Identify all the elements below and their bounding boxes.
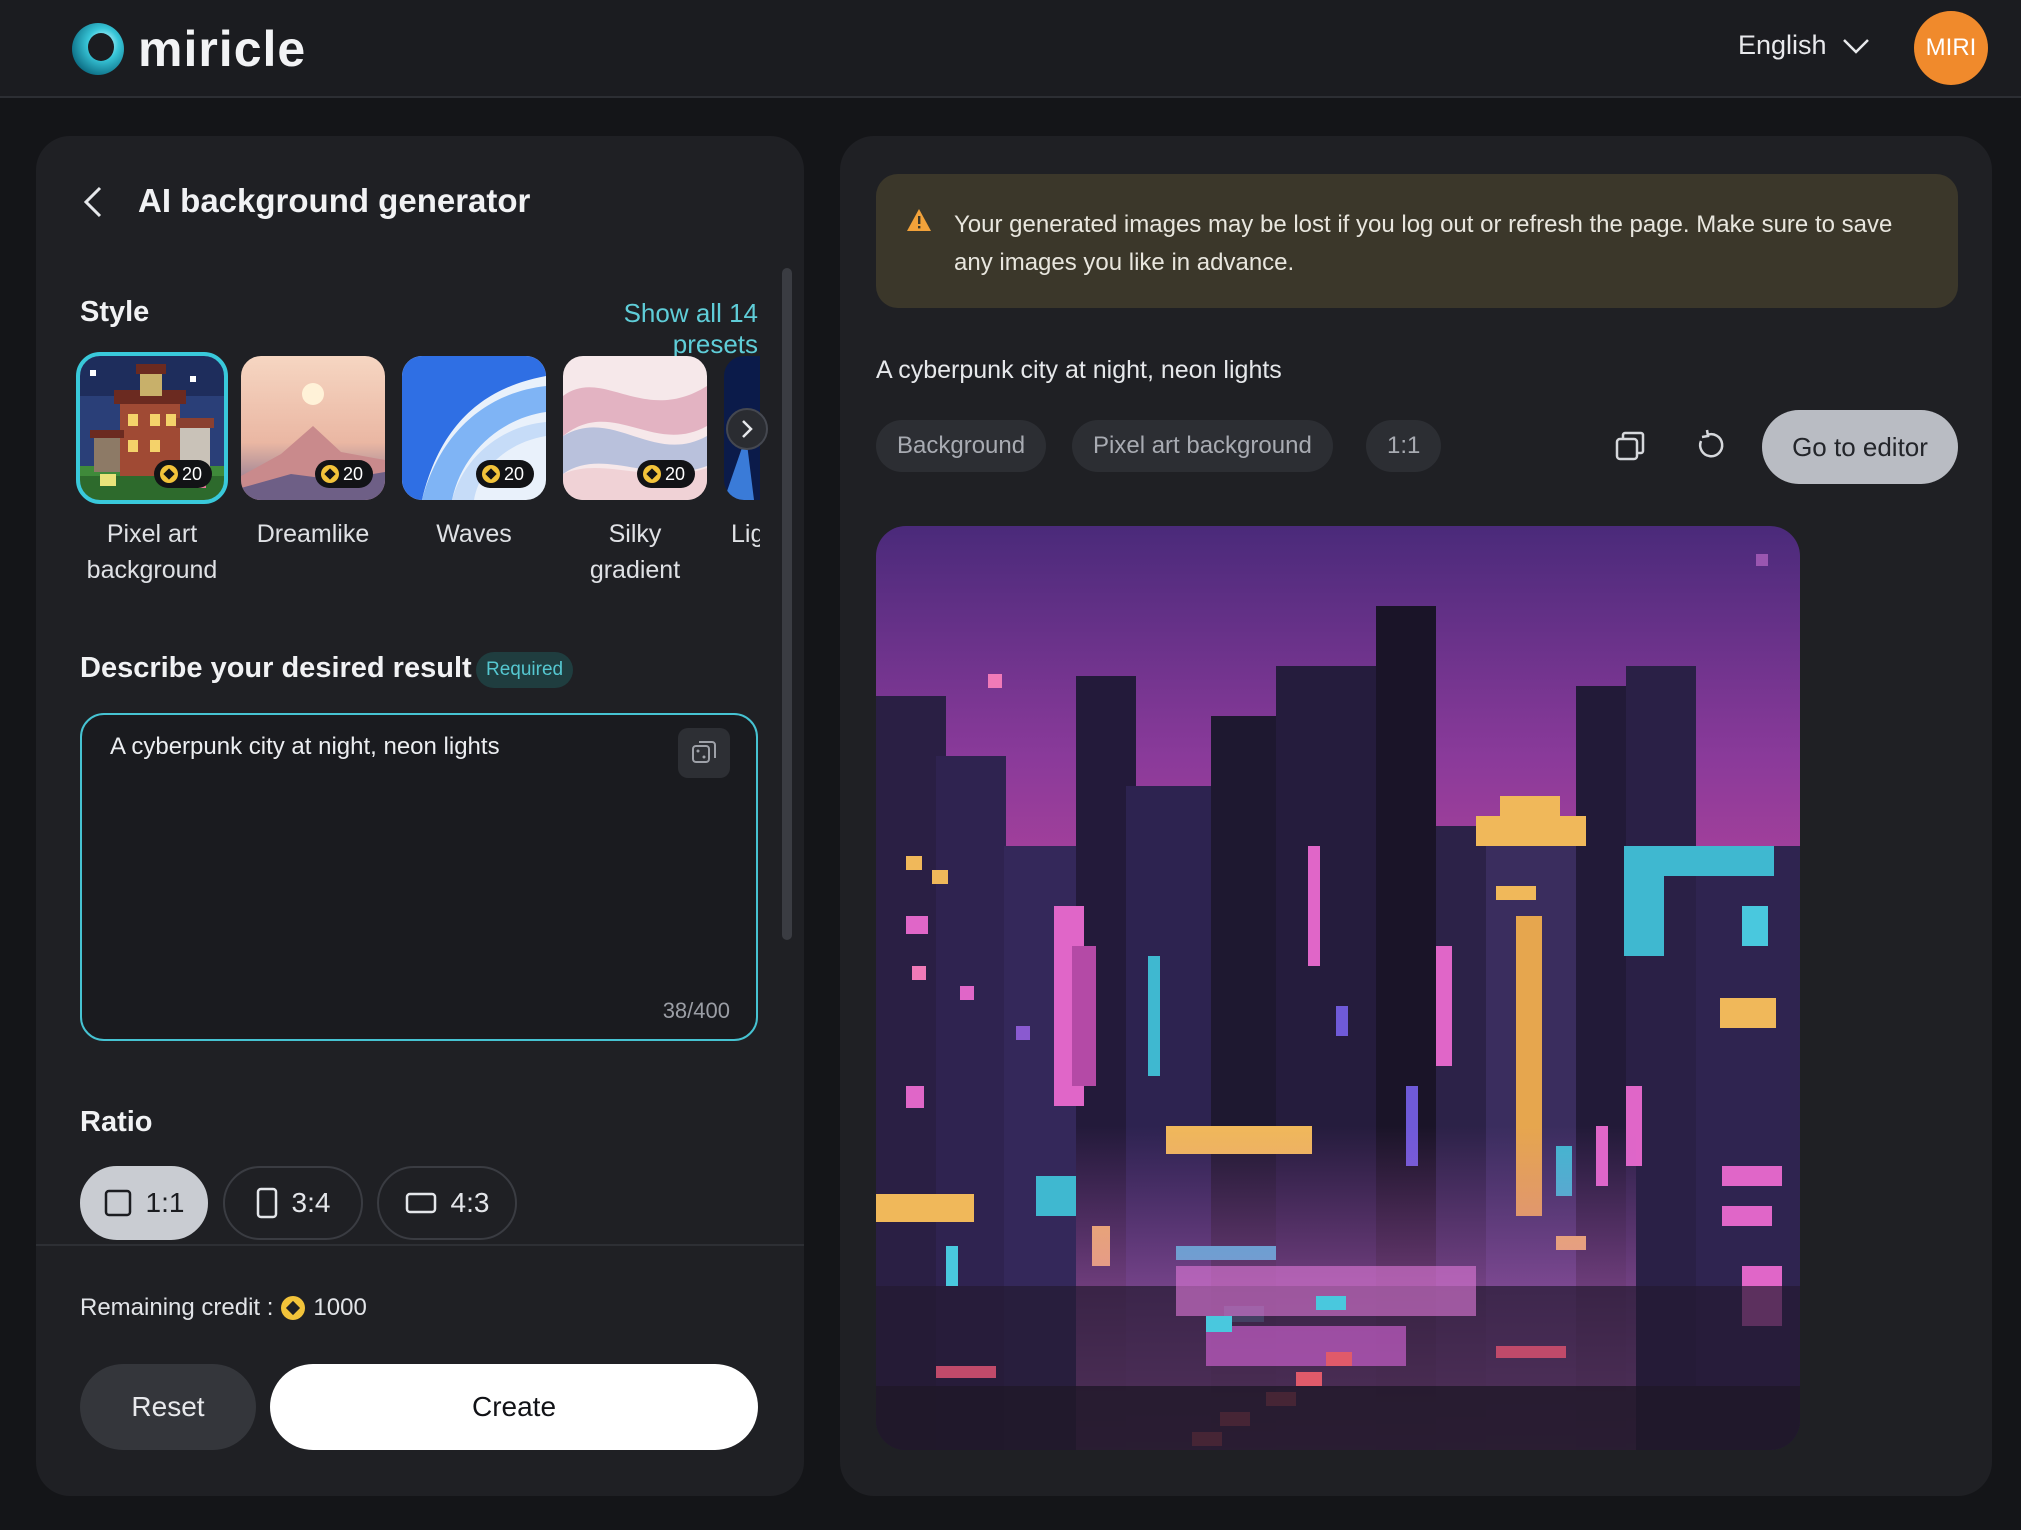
preset-silky-gradient[interactable]: 20 <box>563 356 707 500</box>
chevron-right-icon <box>742 420 753 438</box>
ratio-1-1-button[interactable]: 1:1 <box>80 1166 208 1240</box>
ratio-4-3-button[interactable]: 4:3 <box>377 1166 517 1240</box>
back-chevron-icon[interactable] <box>80 184 108 220</box>
coin-icon <box>320 465 339 483</box>
regenerate-icon <box>1698 429 1724 458</box>
generated-image-artwork <box>876 526 1800 1450</box>
generated-prompt: A cyberpunk city at night, neon lights <box>876 356 1282 384</box>
preset-credit-badge: 20 <box>153 460 212 488</box>
copy-button[interactable] <box>1610 426 1650 466</box>
generated-image[interactable] <box>876 526 1800 1450</box>
go-to-editor-button[interactable]: Go to editor <box>1762 410 1958 484</box>
remaining-credit: Remaining credit : 1000 <box>80 1294 367 1321</box>
panel-scrollbar[interactable] <box>782 268 792 940</box>
user-avatar[interactable]: MIRI <box>1914 11 1988 85</box>
brand-logo-icon <box>72 23 124 75</box>
square-ratio-icon <box>104 1189 131 1217</box>
presets-next-button[interactable] <box>726 408 768 450</box>
chevron-down-icon <box>1842 38 1869 54</box>
preset-label: Pixel art background <box>86 520 218 584</box>
describe-label: Describe your desired result <box>80 652 472 684</box>
preset-dreamlike[interactable]: 20 <box>241 356 385 500</box>
coin-icon <box>481 465 500 483</box>
language-selector[interactable]: English <box>1738 30 1871 61</box>
tag-background: Background <box>876 420 1047 472</box>
preset-label: Lig <box>731 520 760 548</box>
warning-text: Your generated images may be lost if you… <box>954 211 1893 276</box>
tag-ratio: 1:1 <box>1366 420 1442 472</box>
preset-waves[interactable]: 20 <box>402 356 546 500</box>
preset-credit-badge: 20 <box>475 460 534 488</box>
brand-name: miricle <box>138 21 307 77</box>
preset-credit-badge: 20 <box>314 460 373 488</box>
language-label: English <box>1738 30 1827 60</box>
landscape-ratio-icon <box>405 1192 436 1214</box>
prompt-input-text[interactable]: A cyberpunk city at night, neon lights <box>110 733 500 761</box>
style-label: Style <box>80 296 150 328</box>
preset-label: Dreamlike <box>256 520 370 548</box>
required-badge: Required <box>476 652 574 688</box>
ratio-3-4-button[interactable]: 3:4 <box>223 1166 363 1240</box>
brand-logo[interactable]: miricle <box>72 20 306 78</box>
reset-button[interactable]: Reset <box>80 1364 256 1450</box>
preset-label: Silky gradient <box>589 520 681 584</box>
character-counter: 38/400 <box>662 998 730 1023</box>
page-title: AI background generator <box>138 182 531 219</box>
preset-credit-badge: 20 <box>636 460 695 488</box>
footer-divider <box>36 1244 804 1246</box>
regenerate-button[interactable] <box>1690 426 1730 466</box>
random-prompt-button[interactable] <box>678 728 730 778</box>
coin-icon <box>642 465 661 483</box>
ratio-label: Ratio <box>80 1106 153 1138</box>
portrait-ratio-icon <box>256 1187 277 1219</box>
show-all-presets-link[interactable]: Show all 14 presets <box>538 298 758 360</box>
create-button[interactable]: Create <box>270 1364 758 1450</box>
dice-icon <box>692 741 716 763</box>
tag-pixel-art-background: Pixel art background <box>1072 420 1333 472</box>
warning-icon <box>907 209 931 231</box>
prompt-input[interactable] <box>80 713 758 1041</box>
preset-label: Waves <box>436 520 512 548</box>
coin-icon <box>159 465 178 483</box>
copy-icon <box>1615 431 1645 461</box>
coin-icon <box>281 1296 306 1320</box>
preset-pixel-art-background[interactable]: 20 <box>76 352 228 504</box>
